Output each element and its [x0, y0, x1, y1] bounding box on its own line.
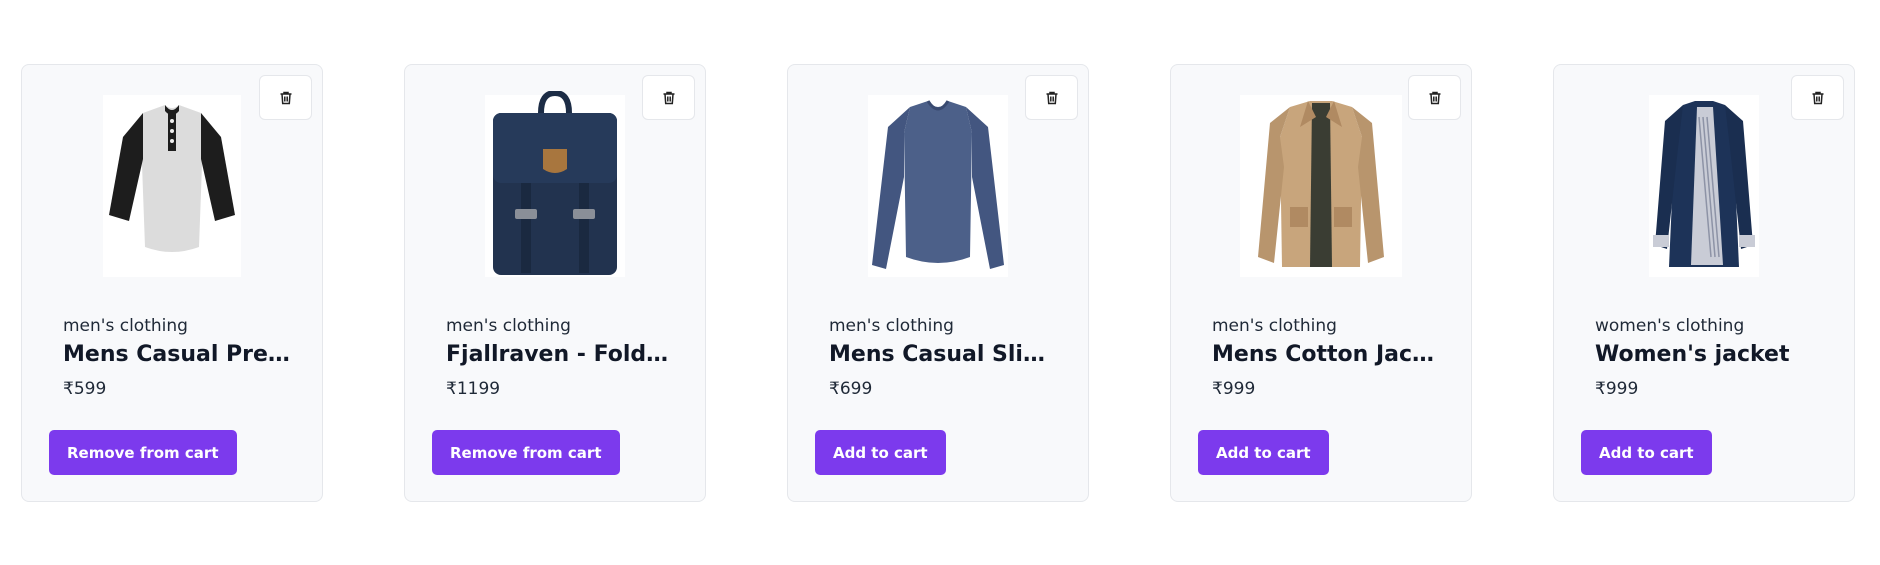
product-card: men's clothing Mens Cotton Jacket ₹999 A…: [1170, 64, 1472, 502]
product-category: men's clothing: [829, 316, 954, 336]
product-price: ₹999: [1212, 379, 1256, 399]
product-title[interactable]: Fjallraven - Foldsack No. 1 Backpack: [446, 342, 678, 367]
product-image-container: [788, 93, 1088, 279]
product-image-container: [1554, 93, 1854, 279]
product-card: men's clothing Mens Casual Slim Fit ₹699…: [787, 64, 1089, 502]
product-title[interactable]: Mens Casual Slim Fit: [829, 342, 1061, 367]
cotton-jacket-image[interactable]: [1240, 95, 1402, 277]
product-card: men's clothing Mens Casual Premium Slim …: [21, 64, 323, 502]
product-title[interactable]: Mens Casual Premium Slim Fit T-Shirts: [63, 342, 295, 367]
product-category: men's clothing: [446, 316, 571, 336]
product-image-container: [405, 91, 705, 279]
product-card: women's clothing Women's jacket ₹999 Add…: [1553, 64, 1855, 502]
womens-jacket-image[interactable]: [1649, 95, 1759, 277]
add-to-cart-button[interactable]: Add to cart: [815, 430, 946, 475]
henley-shirt-image[interactable]: [103, 95, 241, 277]
product-category: women's clothing: [1595, 316, 1745, 336]
product-category: men's clothing: [63, 316, 188, 336]
remove-from-cart-button[interactable]: Remove from cart: [49, 430, 237, 475]
product-grid: men's clothing Mens Casual Premium Slim …: [21, 64, 1855, 502]
product-image-container: [1171, 93, 1471, 279]
add-to-cart-button[interactable]: Add to cart: [1581, 430, 1712, 475]
product-card: men's clothing Fjallraven - Foldsack No.…: [404, 64, 706, 502]
product-title[interactable]: Women's jacket: [1595, 342, 1827, 367]
add-to-cart-button[interactable]: Add to cart: [1198, 430, 1329, 475]
product-price: ₹599: [63, 379, 107, 399]
backpack-image[interactable]: [485, 91, 625, 277]
product-price: ₹1199: [446, 379, 501, 399]
long-sleeve-shirt-image[interactable]: [868, 95, 1008, 277]
product-title[interactable]: Mens Cotton Jacket: [1212, 342, 1444, 367]
remove-from-cart-button[interactable]: Remove from cart: [432, 430, 620, 475]
product-price: ₹699: [829, 379, 873, 399]
product-image-container: [22, 93, 322, 279]
product-category: men's clothing: [1212, 316, 1337, 336]
product-price: ₹999: [1595, 379, 1639, 399]
